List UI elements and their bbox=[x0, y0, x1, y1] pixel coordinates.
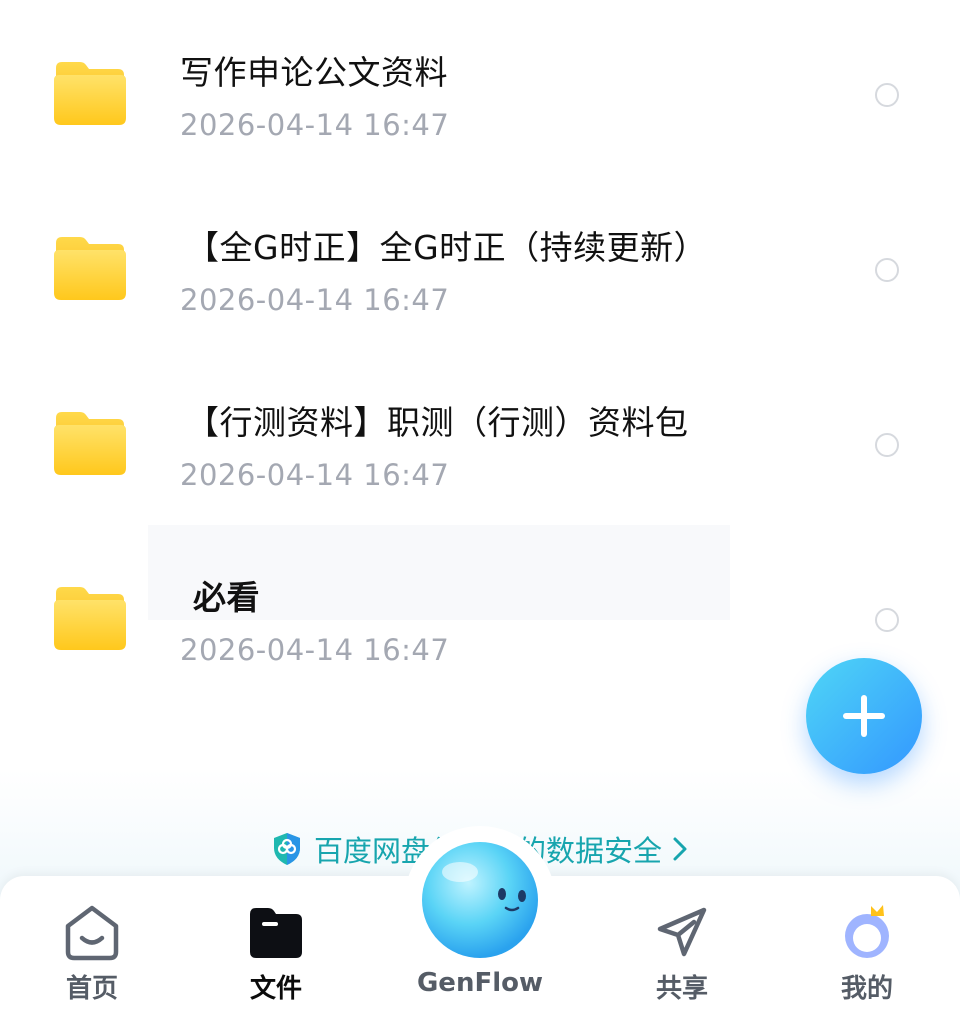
home-icon bbox=[65, 905, 119, 961]
select-radio[interactable] bbox=[875, 608, 899, 632]
tab-label: 首页 bbox=[65, 974, 118, 1004]
file-date: 2026-04-14 16:47 bbox=[180, 283, 450, 317]
file-name: 写作申论公文资料 bbox=[180, 53, 448, 92]
folder-icon bbox=[52, 408, 128, 476]
select-radio[interactable] bbox=[875, 83, 899, 107]
file-list: 写作申论公文资料 2026-04-14 16:47 【全G时正】全G时正（持续更… bbox=[0, 0, 960, 700]
profile-icon bbox=[845, 905, 889, 958]
file-date: 2026-04-14 16:47 bbox=[180, 458, 450, 492]
tab-profile[interactable]: 我的 bbox=[797, 876, 937, 1024]
folder-icon bbox=[52, 583, 128, 651]
folder-icon bbox=[52, 58, 128, 126]
file-name: 【行测资料】职测（行测）资料包 bbox=[186, 403, 689, 442]
tab-label: GenFlow bbox=[416, 968, 544, 998]
file-row[interactable]: 必看 2026-04-14 16:47 bbox=[0, 525, 960, 700]
folder-icon bbox=[250, 908, 302, 958]
select-radio[interactable] bbox=[875, 433, 899, 457]
file-name: 【全G时正】全G时正（持续更新） bbox=[186, 228, 708, 267]
shield-icon bbox=[273, 833, 300, 865]
tab-home[interactable]: 首页 bbox=[22, 876, 162, 1024]
file-row[interactable]: 写作申论公文资料 2026-04-14 16:47 bbox=[0, 0, 960, 175]
file-row[interactable]: 【全G时正】全G时正（持续更新） 2026-04-14 16:47 bbox=[0, 175, 960, 350]
chevron-right-icon bbox=[673, 837, 687, 861]
tab-share[interactable]: 共享 bbox=[612, 876, 752, 1024]
file-name: 必看 bbox=[193, 578, 260, 617]
tab-label: 共享 bbox=[655, 974, 708, 1004]
genflow-orb-icon[interactable] bbox=[418, 838, 542, 962]
send-icon bbox=[657, 907, 707, 957]
file-date: 2026-04-14 16:47 bbox=[180, 633, 450, 667]
select-radio[interactable] bbox=[875, 258, 899, 282]
file-date: 2026-04-14 16:47 bbox=[180, 108, 450, 142]
file-row[interactable]: 【行测资料】职测（行测）资料包 2026-04-14 16:47 bbox=[0, 350, 960, 525]
tab-label: 文件 bbox=[249, 974, 302, 1004]
folder-icon bbox=[52, 233, 128, 301]
tab-files[interactable]: 文件 bbox=[206, 876, 346, 1024]
add-button[interactable] bbox=[806, 658, 922, 774]
tab-label: 我的 bbox=[840, 974, 893, 1004]
